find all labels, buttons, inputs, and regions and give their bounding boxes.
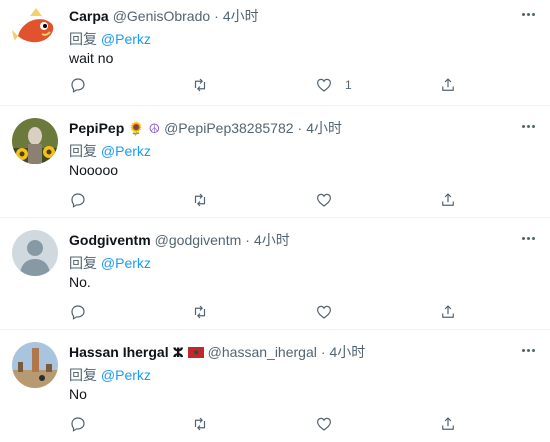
reply-button[interactable] bbox=[69, 191, 87, 209]
reply-prefix: 回复 bbox=[69, 367, 97, 383]
reply-icon bbox=[71, 305, 85, 320]
morocco-flag: 🇲🇦 ★ bbox=[187, 346, 204, 358]
reply-to-link[interactable]: @Perkz bbox=[101, 255, 151, 271]
share-icon bbox=[442, 417, 454, 430]
tweet-text: wait no bbox=[69, 50, 114, 66]
separator-dot: · bbox=[245, 232, 250, 248]
reply-prefix: 回复 bbox=[69, 255, 97, 271]
tweet-card[interactable]: Carpa @GenisObrado · 4小时 回复 @Perkz wait … bbox=[0, 0, 550, 106]
separator-dot: · bbox=[214, 8, 219, 24]
share-icon bbox=[442, 78, 454, 91]
tweet-text: No bbox=[69, 386, 87, 402]
more-options-icon[interactable] bbox=[518, 344, 538, 356]
display-name[interactable]: PepiPep bbox=[69, 120, 124, 136]
landscape-avatar-image bbox=[12, 342, 58, 388]
reply-context: 回复 @Perkz bbox=[69, 29, 151, 49]
like-button[interactable] bbox=[315, 415, 345, 433]
tweet-actions bbox=[69, 191, 480, 213]
tweet-card[interactable]: PepiPep 🌻 ☮ @PepiPep38285782 · 4小时 回复 @P… bbox=[0, 106, 550, 218]
avatar[interactable] bbox=[12, 342, 58, 388]
display-name[interactable]: Carpa bbox=[69, 8, 109, 24]
user-handle[interactable]: @PepiPep38285782 bbox=[164, 120, 293, 136]
timestamp[interactable]: 4小时 bbox=[306, 118, 342, 138]
more-options-icon[interactable] bbox=[518, 232, 538, 244]
tweet-text: No. bbox=[69, 274, 91, 290]
reply-button[interactable] bbox=[69, 415, 87, 433]
retweet-icon bbox=[194, 78, 206, 92]
tweet-header: Hassan Ihergal ⵣ 🇲🇦 ★ @hassan_ihergal · … bbox=[69, 342, 365, 362]
tweet-header: Godgiventm @godgiventm · 4小时 bbox=[69, 230, 290, 250]
tweet-card[interactable]: Hassan Ihergal ⵣ 🇲🇦 ★ @hassan_ihergal · … bbox=[0, 330, 550, 442]
sunflower-avatar-image bbox=[12, 118, 58, 164]
share-icon bbox=[442, 193, 454, 206]
display-name[interactable]: Hassan Ihergal bbox=[69, 344, 169, 360]
separator-dot: · bbox=[320, 344, 326, 360]
reply-to-link[interactable]: @Perkz bbox=[101, 367, 151, 383]
timestamp[interactable]: 4小时 bbox=[254, 230, 290, 250]
retweet-icon bbox=[194, 193, 206, 207]
avatar[interactable] bbox=[12, 118, 58, 164]
share-button[interactable] bbox=[439, 415, 457, 433]
timestamp[interactable]: 4小时 bbox=[330, 342, 366, 362]
reply-icon bbox=[71, 78, 85, 93]
tweet-header: PepiPep 🌻 ☮ @PepiPep38285782 · 4小时 bbox=[69, 118, 342, 138]
reply-button[interactable] bbox=[69, 76, 87, 94]
tweet-header: Carpa @GenisObrado · 4小时 bbox=[69, 6, 259, 26]
heart-icon bbox=[317, 417, 331, 431]
reply-context: 回复 @Perkz bbox=[69, 141, 151, 161]
tweet-actions bbox=[69, 415, 480, 437]
heart-icon bbox=[317, 193, 331, 207]
avatar[interactable] bbox=[12, 230, 58, 276]
more-options-icon[interactable] bbox=[518, 120, 538, 132]
peace-emoji: ☮ bbox=[148, 120, 161, 136]
separator-dot: · bbox=[297, 120, 303, 136]
tweet-card[interactable]: Godgiventm @godgiventm · 4小时 回复 @Perkz N… bbox=[0, 218, 550, 330]
user-handle[interactable]: @godgiventm bbox=[155, 232, 242, 248]
display-name[interactable]: Godgiventm bbox=[69, 232, 151, 248]
user-handle[interactable]: @hassan_ihergal bbox=[208, 344, 317, 360]
magikarp-avatar-image bbox=[12, 6, 58, 52]
sunflower-emoji: 🌻 bbox=[128, 120, 145, 136]
heart-icon bbox=[317, 78, 331, 92]
like-count: 1 bbox=[345, 78, 352, 92]
tweet-text: Nooooo bbox=[69, 162, 119, 178]
reply-context: 回复 @Perkz bbox=[69, 365, 151, 385]
heart-icon bbox=[317, 305, 331, 319]
reply-button[interactable] bbox=[69, 303, 87, 321]
retweet-button[interactable] bbox=[191, 303, 209, 321]
tweet-actions: 1 bbox=[69, 76, 480, 98]
like-button[interactable]: 1 bbox=[315, 76, 352, 94]
more-options-icon[interactable] bbox=[518, 8, 538, 20]
avatar[interactable] bbox=[12, 6, 58, 52]
reply-to-link[interactable]: @Perkz bbox=[101, 143, 151, 159]
reply-icon bbox=[71, 193, 85, 208]
default-avatar-image bbox=[12, 230, 58, 276]
reply-context: 回复 @Perkz bbox=[69, 253, 151, 273]
user-handle[interactable]: @GenisObrado bbox=[113, 8, 210, 24]
reply-prefix: 回复 bbox=[69, 143, 97, 159]
amazigh-symbol: ⵣ bbox=[172, 344, 184, 360]
like-button[interactable] bbox=[315, 303, 345, 321]
tweet-actions bbox=[69, 303, 480, 325]
like-button[interactable] bbox=[315, 191, 345, 209]
retweet-icon bbox=[194, 417, 206, 431]
retweet-button[interactable] bbox=[191, 191, 209, 209]
reply-prefix: 回复 bbox=[69, 31, 97, 47]
reply-to-link[interactable]: @Perkz bbox=[101, 31, 151, 47]
retweet-icon bbox=[194, 305, 206, 319]
reply-icon bbox=[71, 417, 85, 432]
retweet-button[interactable] bbox=[191, 76, 209, 94]
timestamp[interactable]: 4小时 bbox=[223, 6, 259, 26]
share-button[interactable] bbox=[439, 76, 457, 94]
share-button[interactable] bbox=[439, 303, 457, 321]
share-icon bbox=[442, 305, 454, 318]
retweet-button[interactable] bbox=[191, 415, 209, 433]
share-button[interactable] bbox=[439, 191, 457, 209]
